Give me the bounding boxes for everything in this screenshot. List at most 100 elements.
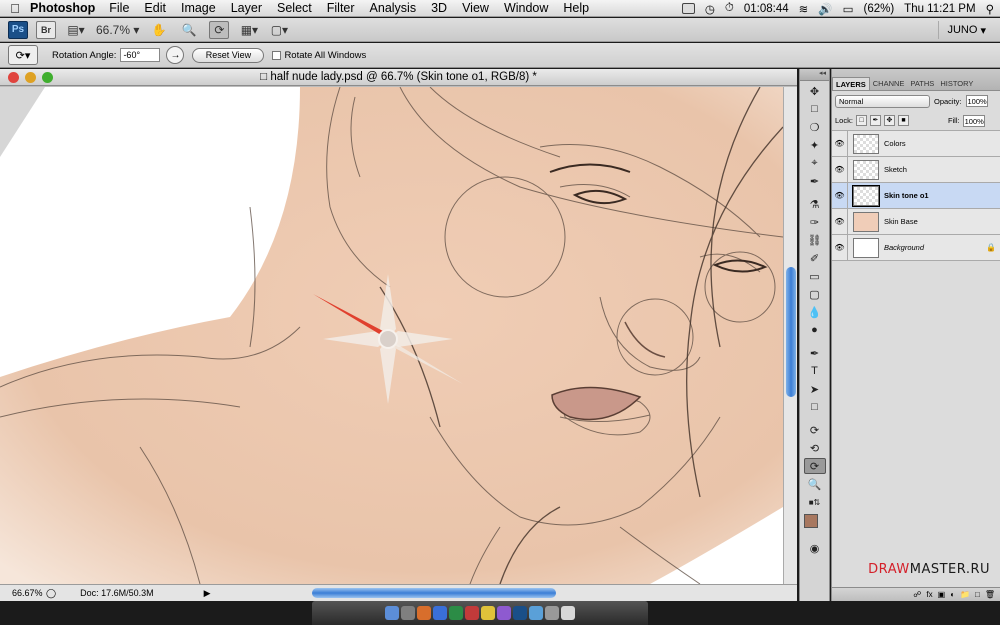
new-layer-icon[interactable]: □ bbox=[975, 590, 980, 599]
layer-name[interactable]: Background bbox=[884, 243, 986, 252]
shape-tool-icon[interactable]: □ bbox=[804, 399, 826, 415]
battery-icon[interactable]: ▭ bbox=[843, 2, 854, 16]
quick-mask-icon[interactable]: ◉ bbox=[804, 540, 826, 556]
horizontal-scrollbar[interactable] bbox=[212, 585, 782, 602]
lock-all-icon[interactable]: ■ bbox=[897, 115, 909, 126]
ps-logo[interactable]: Ps bbox=[8, 20, 28, 39]
artwork-canvas[interactable] bbox=[0, 87, 783, 584]
dock-app-icon[interactable] bbox=[449, 606, 463, 620]
foreground-color-swatch[interactable] bbox=[804, 514, 818, 528]
visibility-eye-icon[interactable]: 👁 bbox=[832, 182, 848, 209]
menu-select[interactable]: Select bbox=[277, 1, 312, 15]
screen-mode-icon[interactable]: ▢▾ bbox=[269, 21, 289, 39]
adjustment-layer-icon[interactable]: ◐ bbox=[950, 590, 955, 599]
menu-3d[interactable]: 3D bbox=[431, 1, 447, 15]
pen-tool-icon[interactable]: ✒ bbox=[804, 345, 826, 361]
zoom-tool-icon[interactable]: 🔍 bbox=[804, 476, 826, 492]
dock-app-icon[interactable] bbox=[433, 606, 447, 620]
tab-layers[interactable]: LAYERS bbox=[832, 77, 870, 90]
vertical-scroll-thumb[interactable] bbox=[786, 267, 796, 397]
dock-app-icon[interactable] bbox=[545, 606, 559, 620]
volume-icon[interactable]: 🔊 bbox=[818, 2, 832, 16]
zoom-level-dropdown[interactable]: 66.7% ▾ bbox=[96, 21, 139, 39]
link-layers-icon[interactable]: ☍ bbox=[913, 590, 921, 599]
menu-view[interactable]: View bbox=[462, 1, 489, 15]
tab-channels[interactable]: CHANNE bbox=[870, 77, 908, 90]
visibility-eye-icon[interactable]: 👁 bbox=[832, 130, 848, 157]
spotlight-icon[interactable]: ⚲ bbox=[986, 2, 994, 16]
hand-tool-icon[interactable]: ✋ bbox=[149, 21, 169, 39]
status-menu-arrow-icon[interactable]: ▶ bbox=[204, 588, 211, 599]
layer-name[interactable]: Skin tone o1 bbox=[884, 191, 1000, 200]
layer-name[interactable]: Colors bbox=[884, 139, 1000, 148]
visibility-eye-icon[interactable]: 👁 bbox=[832, 234, 848, 261]
menu-edit[interactable]: Edit bbox=[144, 1, 166, 15]
tab-history[interactable]: HISTORY bbox=[937, 77, 976, 90]
reset-view-button[interactable]: Reset View bbox=[192, 47, 265, 63]
3d-rotate-tool-icon[interactable]: ⟳ bbox=[804, 422, 826, 438]
menu-filter[interactable]: Filter bbox=[327, 1, 355, 15]
eyedropper-tool-icon[interactable]: ✒ bbox=[804, 173, 826, 189]
fx-icon[interactable]: fx bbox=[926, 590, 932, 599]
opacity-field[interactable]: 100% bbox=[965, 95, 988, 107]
layer-thumbnail[interactable] bbox=[853, 237, 879, 258]
blur-tool-icon[interactable]: 💧 bbox=[804, 304, 826, 320]
clock[interactable]: Thu 11:21 PM bbox=[904, 3, 975, 15]
vertical-scrollbar[interactable] bbox=[783, 87, 797, 584]
battery-percent[interactable]: (62%) bbox=[863, 3, 894, 15]
layer-row-skin-base[interactable]: 👁 Skin Base bbox=[832, 208, 1000, 235]
history-brush-tool-icon[interactable]: ✐ bbox=[804, 250, 826, 266]
menu-layer[interactable]: Layer bbox=[231, 1, 262, 15]
brush-tool-icon[interactable]: ✑ bbox=[804, 214, 826, 230]
lock-image-icon[interactable]: ✒ bbox=[869, 115, 881, 126]
clone-stamp-tool-icon[interactable]: ⛓ bbox=[804, 232, 826, 248]
menu-analysis[interactable]: Analysis bbox=[370, 1, 417, 15]
move-tool-icon[interactable]: ✥ bbox=[804, 83, 826, 99]
eraser-tool-icon[interactable]: ▭ bbox=[804, 268, 826, 284]
canvas[interactable] bbox=[0, 87, 783, 584]
doc-size-info[interactable]: Doc: 17.6M/50.3M bbox=[80, 588, 154, 598]
menu-help[interactable]: Help bbox=[563, 1, 589, 15]
layer-thumbnail[interactable] bbox=[853, 159, 879, 180]
healing-brush-tool-icon[interactable]: ⚗ bbox=[804, 196, 826, 212]
dock-app-icon[interactable] bbox=[417, 606, 431, 620]
dock-app-icon[interactable] bbox=[465, 606, 479, 620]
zoom-tool-icon[interactable]: 🔍 bbox=[179, 21, 199, 39]
default-colors-icon[interactable]: ■⇅ bbox=[804, 494, 826, 510]
tab-paths[interactable]: PATHS bbox=[907, 77, 937, 90]
dock-photoshop-icon[interactable] bbox=[513, 606, 527, 620]
visibility-eye-icon[interactable]: 👁 bbox=[832, 208, 848, 235]
path-selection-tool-icon[interactable]: ➤ bbox=[804, 381, 826, 397]
lock-position-icon[interactable]: ✥ bbox=[883, 115, 895, 126]
rotation-dial[interactable]: → bbox=[166, 46, 185, 64]
tools-panel-header[interactable]: ◂◂ bbox=[800, 69, 829, 81]
layer-row-skin-tone-o1[interactable]: 👁 Skin tone o1 bbox=[832, 182, 1000, 209]
crop-tool-icon[interactable]: ⌖ bbox=[804, 155, 826, 171]
menu-image[interactable]: Image bbox=[181, 1, 216, 15]
apple-icon[interactable]:  bbox=[0, 1, 30, 16]
timer-readout[interactable]: 01:08:44 bbox=[744, 3, 789, 15]
layer-name[interactable]: Skin Base bbox=[884, 217, 1000, 226]
dock-app-icon[interactable] bbox=[401, 606, 415, 620]
3d-orbit-tool-icon[interactable]: ⟲ bbox=[804, 440, 826, 456]
lock-transparent-icon[interactable]: □ bbox=[855, 115, 867, 126]
status-zoom-field[interactable]: 66.67% bbox=[0, 588, 43, 598]
gradient-tool-icon[interactable]: ▢ bbox=[804, 286, 826, 302]
dock-trash-icon[interactable] bbox=[561, 606, 575, 620]
dock-finder-icon[interactable] bbox=[385, 606, 399, 620]
type-tool-icon[interactable]: T bbox=[804, 363, 826, 379]
horizontal-scroll-thumb[interactable] bbox=[312, 588, 556, 598]
view-extras-icon[interactable]: ▤▾ bbox=[66, 21, 86, 39]
rotate-view-tool-icon[interactable]: ⟳ bbox=[803, 458, 826, 474]
layer-row-colors[interactable]: 👁 Colors bbox=[832, 130, 1000, 157]
arrange-documents-icon[interactable]: ▦▾ bbox=[239, 21, 259, 39]
layer-row-sketch[interactable]: 👁 Sketch bbox=[832, 156, 1000, 183]
dodge-tool-icon[interactable]: ● bbox=[804, 322, 826, 338]
visibility-eye-icon[interactable]: 👁 bbox=[832, 156, 848, 183]
rotate-view-tool-icon[interactable]: ⟳ bbox=[209, 20, 230, 39]
fill-field[interactable]: 100% bbox=[962, 114, 985, 127]
menu-extra-app-icon[interactable] bbox=[681, 3, 695, 14]
workspace-switcher[interactable]: JUNO ▾ bbox=[938, 21, 994, 39]
tool-preset-picker[interactable]: ⟳ ▾ bbox=[8, 45, 38, 65]
delete-layer-icon[interactable]: 🗑 bbox=[985, 590, 995, 599]
